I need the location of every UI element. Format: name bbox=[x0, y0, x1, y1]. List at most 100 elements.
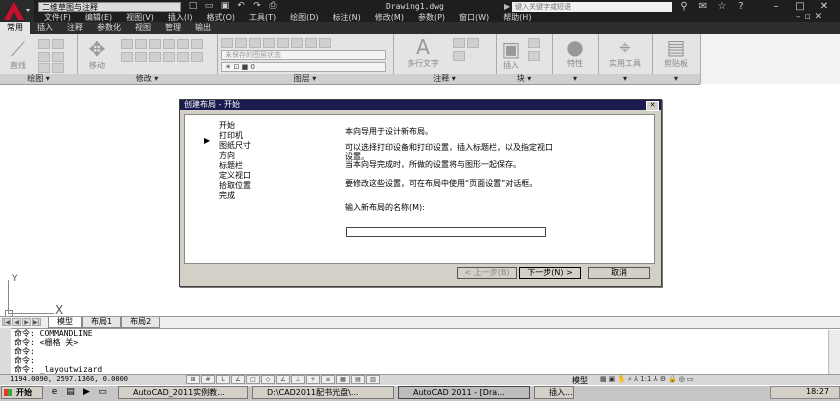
scale-icon[interactable] bbox=[149, 52, 161, 62]
redo-icon[interactable]: ↷ bbox=[250, 1, 264, 12]
snap-toggle-icon[interactable]: ⊞ bbox=[186, 375, 200, 384]
lock-icon[interactable]: 🔒 bbox=[668, 375, 677, 384]
media-icon[interactable]: ▶ bbox=[80, 387, 93, 398]
tab-home[interactable]: 常用 bbox=[0, 22, 30, 34]
menu-draw[interactable]: 绘图(D) bbox=[284, 13, 326, 22]
prev-tab-icon[interactable]: ◀ bbox=[12, 318, 21, 326]
layer-iso-icon[interactable] bbox=[305, 38, 317, 48]
layer-lock-icon[interactable] bbox=[263, 38, 275, 48]
tab-layout2[interactable]: 布局2 bbox=[121, 317, 161, 328]
table-icon[interactable] bbox=[453, 51, 465, 61]
stretch-icon[interactable] bbox=[135, 52, 147, 62]
clipboard-button[interactable]: ▤ 剪贴板 bbox=[656, 36, 696, 69]
search-input[interactable]: 键入关键字或短语 bbox=[512, 2, 672, 12]
layer-prev-icon[interactable] bbox=[291, 38, 303, 48]
tab-parametric[interactable]: 参数化 bbox=[90, 22, 128, 34]
plot-icon[interactable]: ⎙ bbox=[266, 1, 280, 12]
undo-icon[interactable]: ↶ bbox=[234, 1, 248, 12]
menu-window[interactable]: 窗口(W) bbox=[453, 13, 497, 22]
tab-insert[interactable]: 插入 bbox=[30, 22, 60, 34]
show-desktop-icon[interactable]: ▭ bbox=[96, 387, 109, 398]
search-expand-icon[interactable]: ▶ bbox=[504, 2, 510, 11]
layer-off-icon[interactable] bbox=[319, 38, 331, 48]
mirror-icon[interactable] bbox=[177, 39, 189, 49]
tab-output[interactable]: 输出 bbox=[188, 22, 218, 34]
command-prompt-line[interactable]: 命令: _layoutwizard bbox=[14, 365, 102, 374]
quick-view-drawings-icon[interactable]: ▣ bbox=[609, 375, 616, 384]
ucs-toggle-icon[interactable]: ⊥ bbox=[291, 375, 305, 384]
taskbar-item[interactable]: AutoCAD_2011实例教... bbox=[118, 386, 248, 399]
move-button[interactable]: ✥ 移动 bbox=[83, 38, 111, 71]
properties-panel-label[interactable]: ▾ bbox=[552, 74, 598, 84]
new-icon[interactable]: □ bbox=[186, 1, 200, 12]
dialog-close-button[interactable]: ✕ bbox=[646, 101, 659, 111]
command-scrollbar[interactable] bbox=[828, 330, 840, 374]
cancel-button[interactable]: 取消 bbox=[588, 267, 650, 279]
ellipse-icon[interactable] bbox=[52, 63, 64, 73]
favorites-icon[interactable]: ☆ bbox=[714, 1, 730, 12]
offset-icon[interactable] bbox=[177, 52, 189, 62]
clipboard-panel-label[interactable]: ▾ bbox=[652, 74, 700, 84]
menu-edit[interactable]: 编辑(E) bbox=[79, 13, 120, 22]
open-icon[interactable]: ▭ bbox=[202, 1, 216, 12]
polar-toggle-icon[interactable]: ∠ bbox=[231, 375, 245, 384]
binoculars-icon[interactable]: ⚲ bbox=[676, 1, 692, 12]
annotation-scale-value[interactable]: 1:1 bbox=[640, 375, 651, 384]
minimize-icon[interactable]: – bbox=[764, 0, 788, 13]
doc-close-icon[interactable]: ✕ bbox=[815, 12, 823, 22]
menu-tools[interactable]: 工具(T) bbox=[243, 13, 284, 22]
edit-block-icon[interactable] bbox=[528, 51, 540, 61]
tab-layout1[interactable]: 布局1 bbox=[82, 317, 122, 328]
3dosnap-toggle-icon[interactable]: ◇ bbox=[261, 375, 275, 384]
chamfer-icon[interactable] bbox=[191, 52, 203, 62]
menu-format[interactable]: 格式(O) bbox=[200, 13, 243, 22]
annotation-panel-label[interactable]: 注释 ▾ bbox=[393, 74, 496, 84]
circle-icon[interactable] bbox=[52, 39, 64, 49]
leader-icon[interactable] bbox=[467, 38, 479, 48]
last-tab-icon[interactable]: ▶| bbox=[32, 318, 41, 326]
communication-center-icon[interactable]: ✉ bbox=[695, 1, 711, 12]
save-icon[interactable]: ▣ bbox=[218, 1, 232, 12]
pan-icon[interactable]: ✋ bbox=[617, 375, 626, 384]
ortho-toggle-icon[interactable]: L bbox=[216, 375, 230, 384]
doc-restore-icon[interactable]: ▫ bbox=[805, 12, 811, 22]
tab-annotate[interactable]: 注释 bbox=[60, 22, 90, 34]
quick-view-layouts-icon[interactable]: ▦ bbox=[600, 375, 607, 384]
mtext-button[interactable]: A 多行文字 bbox=[401, 36, 445, 69]
workspace-switch-icon[interactable]: ⚙ bbox=[660, 375, 666, 384]
line-button[interactable]: ⟋ 直线 bbox=[4, 38, 32, 71]
next-tab-icon[interactable]: ▶ bbox=[22, 318, 31, 326]
create-block-icon[interactable] bbox=[528, 38, 540, 48]
trim-icon[interactable] bbox=[135, 39, 147, 49]
doc-minimize-icon[interactable]: – bbox=[796, 12, 801, 22]
explorer-icon[interactable]: ▤ bbox=[64, 387, 77, 398]
osnap-toggle-icon[interactable]: □ bbox=[246, 375, 260, 384]
lwt-toggle-icon[interactable]: ≡ bbox=[321, 375, 335, 384]
current-layer-dropdown[interactable]: ☀ ⊡ ■ 0 bbox=[221, 62, 386, 72]
layer-icon[interactable] bbox=[235, 38, 247, 48]
ie-icon[interactable]: e bbox=[48, 387, 61, 398]
command-window[interactable] bbox=[0, 328, 840, 375]
annotation-visibility-icon[interactable]: ⅄ bbox=[653, 375, 657, 384]
menu-parametric[interactable]: 参数(P) bbox=[412, 13, 453, 22]
first-tab-icon[interactable]: |◀ bbox=[2, 318, 11, 326]
draw-panel-label[interactable]: 绘图 ▾ bbox=[0, 74, 77, 84]
rotate-icon[interactable] bbox=[121, 39, 133, 49]
arc-icon[interactable] bbox=[38, 52, 50, 62]
layer-freeze-icon[interactable] bbox=[249, 38, 261, 48]
insert-block-button[interactable]: ▣ 插入 bbox=[498, 38, 524, 71]
layers-panel-label[interactable]: 图层 ▾ bbox=[217, 74, 393, 84]
command-window-grip[interactable] bbox=[0, 328, 11, 374]
layer-match-icon[interactable] bbox=[277, 38, 289, 48]
menu-help[interactable]: 帮助(H) bbox=[497, 13, 539, 22]
layer-properties-icon[interactable] bbox=[221, 38, 233, 48]
taskbar-item[interactable]: 插入... bbox=[534, 386, 574, 399]
tpy-toggle-icon[interactable]: ▦ bbox=[336, 375, 350, 384]
layout-name-input[interactable] bbox=[346, 227, 546, 237]
utilities-panel-label[interactable]: ▾ bbox=[598, 74, 652, 84]
rectangle-icon[interactable] bbox=[52, 52, 64, 62]
taskbar-item[interactable]: D:\CAD2011配书光盘\... bbox=[252, 386, 394, 399]
clean-screen-icon[interactable]: ▭ bbox=[687, 375, 694, 384]
dyn-toggle-icon[interactable]: + bbox=[306, 375, 320, 384]
tab-manage[interactable]: 管理 bbox=[158, 22, 188, 34]
